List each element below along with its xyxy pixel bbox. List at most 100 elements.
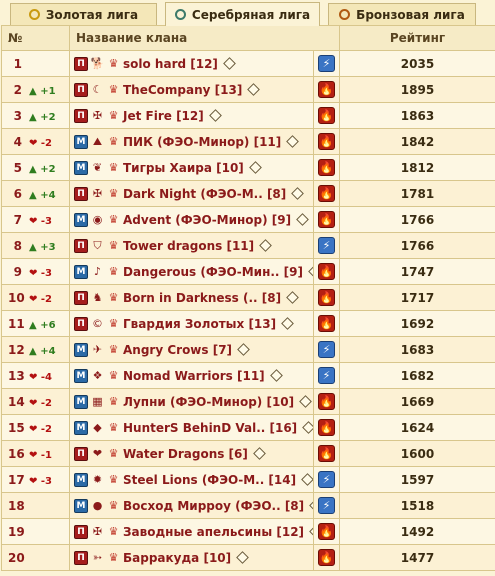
tab-bronze-league[interactable]: Бронзовая лига [328, 3, 476, 25]
clan-name-cell: П ⛉ ♛ Tower dragons [11] [69, 232, 314, 259]
rating-value: 2035 [339, 50, 495, 77]
clan-name-link[interactable]: Nomad Warriors [11] [123, 369, 265, 383]
rank-number: 15 [8, 420, 25, 435]
clan-name-link[interactable]: Гвардия Золотых [13] [123, 317, 276, 331]
table-row: 16 ❤ -1 П ❤ ♛ Water Dragons [6] 🔥 1600 [1, 440, 495, 467]
rank-cell: 10 ❤ -2 [1, 284, 70, 311]
clan-info-icon[interactable] [248, 161, 262, 174]
clan-name-link[interactable]: Барракуда [10] [123, 551, 231, 565]
rank-cell: 7 ❤ -3 [1, 206, 70, 233]
rank-change-value: +2 [40, 111, 56, 123]
clan-name-link[interactable]: solo hard [12] [123, 57, 218, 71]
clan-info-icon[interactable] [296, 213, 309, 226]
fire-status-icon: 🔥 [318, 185, 335, 202]
clan-name-cell: П ✠ ♛ Jet Fire [12] [69, 102, 314, 129]
rating-value: 1692 [339, 310, 495, 337]
clan-status-cell: 🔥 [313, 544, 340, 571]
fire-status-icon: 🔥 [318, 419, 335, 436]
clan-name-link[interactable]: Steel Lions (ФЭО-М.. [14] [123, 473, 296, 487]
clan-name-link[interactable]: HunterS BehinD Val.. [16] [123, 421, 297, 435]
clan-emblem-icon: ✠ [92, 525, 103, 538]
clan-league-badge-icon: М [74, 342, 88, 357]
clan-name-cell: М ✈ ♛ Angry Crows [7] [69, 336, 314, 363]
clan-info-icon[interactable] [309, 525, 313, 538]
clan-rank-icon: ♛ [108, 57, 119, 70]
tab-silver-league[interactable]: Серебряная лига [165, 2, 320, 26]
heart-down-icon: ❤ [29, 137, 38, 149]
heart-down-icon: ❤ [29, 267, 38, 279]
clan-info-icon[interactable] [253, 447, 266, 460]
clan-name-link[interactable]: Dark Night (ФЭО-М.. [8] [123, 187, 286, 201]
rank-number: 6 [13, 186, 22, 201]
clan-info-icon[interactable] [281, 317, 294, 330]
clan-rank-icon: ♛ [108, 317, 119, 330]
rank-change: ❤ -4 [29, 372, 52, 383]
heart-down-icon: ❤ [29, 423, 38, 435]
clan-info-icon[interactable] [286, 291, 299, 304]
tab-gold-league[interactable]: Золотая лига [10, 3, 157, 25]
clan-name-link[interactable]: Dangerous (ФЭО-Мин.. [9] [123, 265, 303, 279]
fire-status-icon: 🔥 [318, 133, 335, 150]
league-tabs: Золотая лига Серебряная лига Бронзовая л… [0, 0, 495, 26]
rating-value: 1747 [339, 258, 495, 285]
clan-name-link[interactable]: Angry Crows [7] [123, 343, 232, 357]
clan-info-icon[interactable] [259, 239, 273, 252]
clan-emblem-icon: ⛰ [92, 135, 103, 148]
rank-number: 17 [8, 472, 25, 487]
clan-name-cell: М ◉ ♛ Advent (ФЭО-Минор) [9] [69, 206, 314, 233]
clan-info-icon[interactable] [223, 57, 236, 70]
clan-info-icon[interactable] [308, 265, 313, 278]
clan-name-link[interactable]: Jet Fire [12] [123, 109, 204, 123]
rank-change-value: -2 [40, 397, 52, 409]
clan-name-link[interactable]: Тигры Хаира [10] [123, 161, 244, 175]
clan-name-link[interactable]: Water Dragons [6] [123, 447, 248, 461]
rank-cell: 2 ▲ +1 [1, 76, 70, 103]
clan-status-cell: 🔥 [313, 284, 340, 311]
clan-info-icon[interactable] [269, 369, 283, 382]
clan-rank-icon: ♛ [108, 265, 119, 278]
arrow-up-icon: ▲ [29, 241, 37, 253]
clan-info-icon[interactable] [299, 395, 313, 408]
clan-league-badge-icon: П [74, 238, 88, 253]
clan-league-badge-icon: М [74, 160, 88, 175]
clan-status-cell: ⚡ [313, 362, 340, 389]
clan-info-icon[interactable] [237, 343, 250, 356]
clan-name-link[interactable]: Заводные апельсины [12] [123, 525, 304, 539]
clan-name-link[interactable]: ПИК (ФЭО-Минор) [11] [123, 135, 281, 149]
rank-change: ▲ +2 [29, 112, 56, 123]
clan-emblem-icon: ◆ [93, 421, 102, 434]
clan-name-cell: М ● ♛ Восход Мирроу (ФЭО.. [8] [69, 492, 314, 519]
clan-name-link[interactable]: Tower dragons [11] [123, 239, 254, 253]
clan-name-cell: М ▦ ♛ Лупни (ФЭО-Минор) [10] [69, 388, 314, 415]
clan-info-icon[interactable] [236, 551, 249, 564]
clan-emblem-icon: ❖ [92, 369, 103, 382]
rank-change-value: +3 [40, 241, 56, 253]
clan-name-link[interactable]: Born in Darkness (.. [8] [123, 291, 281, 305]
rating-value: 1781 [339, 180, 495, 207]
clan-info-icon[interactable] [291, 187, 305, 200]
fire-status-icon: 🔥 [318, 445, 335, 462]
clan-status-cell: 🔥 [313, 128, 340, 155]
rank-number: 1 [13, 56, 22, 71]
clan-league-badge-icon: П [74, 56, 88, 71]
rank-number: 10 [8, 290, 25, 305]
clan-name-cell: М ✹ ♛ Steel Lions (ФЭО-М.. [14] [69, 466, 314, 493]
heart-down-icon: ❤ [29, 215, 38, 227]
clan-info-icon[interactable] [309, 499, 313, 512]
clan-rank-icon: ♛ [108, 499, 119, 512]
clan-info-icon[interactable] [208, 109, 222, 122]
clan-info-icon[interactable] [286, 135, 300, 148]
clan-name-link[interactable]: Восход Мирроу (ФЭО.. [8] [123, 499, 304, 513]
clan-rank-icon: ♛ [108, 161, 119, 174]
clan-status-cell: ⚡ [313, 50, 340, 77]
clan-info-icon[interactable] [247, 83, 261, 96]
rank-cell: 3 ▲ +2 [1, 102, 70, 129]
rating-value: 1600 [339, 440, 495, 467]
clan-info-icon[interactable] [302, 421, 313, 434]
clan-emblem-icon: ♞ [92, 291, 103, 304]
clan-name-link[interactable]: Advent (ФЭО-Минор) [9] [123, 213, 291, 227]
clan-info-icon[interactable] [301, 473, 313, 486]
rating-value: 1717 [339, 284, 495, 311]
clan-name-link[interactable]: TheCompany [13] [123, 83, 242, 97]
clan-name-link[interactable]: Лупни (ФЭО-Минор) [10] [123, 395, 294, 409]
